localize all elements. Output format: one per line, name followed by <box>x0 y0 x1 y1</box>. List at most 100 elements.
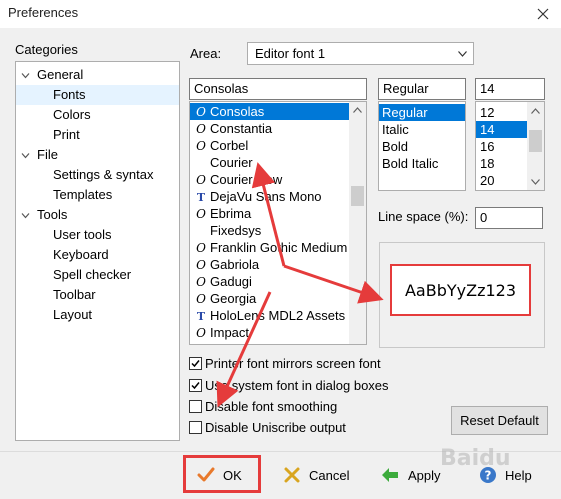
chevron-down-icon[interactable] <box>21 151 30 160</box>
cancel-button[interactable]: Cancel <box>283 458 349 492</box>
apply-button[interactable]: Apply <box>380 458 441 492</box>
font-list-item[interactable]: OJavanese Text <box>190 341 349 344</box>
font-name: Ebrima <box>210 206 252 221</box>
ok-highlight-box <box>183 455 261 493</box>
checkbox[interactable] <box>189 421 202 434</box>
tree-item-label: User tools <box>53 227 112 242</box>
check-icon <box>191 382 200 390</box>
font-name: Constantia <box>210 121 273 136</box>
tree-item[interactable]: Keyboard <box>16 245 179 265</box>
font-list-item[interactable]: Fixedsys <box>190 222 349 239</box>
font-list-item[interactable]: O Impact <box>190 324 349 341</box>
font-list-scrollbar[interactable] <box>349 102 366 344</box>
opentype-font-icon: O <box>196 292 206 306</box>
font-list-item[interactable]: O Corbel <box>190 137 349 154</box>
tree-item[interactable]: Print <box>16 125 179 145</box>
font-size-item[interactable]: 14 <box>476 121 527 138</box>
help-icon: ? <box>480 467 496 483</box>
scroll-thumb[interactable] <box>529 130 542 152</box>
font-name: Corbel <box>210 138 249 153</box>
size-list-scrollbar[interactable] <box>527 102 544 190</box>
font-style-list[interactable]: Regular Italic Bold Bold Italic <box>378 101 466 191</box>
opentype-font-icon: O <box>196 258 206 272</box>
font-list-item[interactable]: Courier <box>190 154 349 171</box>
font-size-list[interactable]: 20 18 16 14 12 <box>475 101 545 191</box>
font-style-item[interactable]: Italic <box>379 121 465 138</box>
font-name: DejaVu Sans Mono <box>210 189 322 204</box>
help-button[interactable]: ? Help <box>479 458 532 492</box>
tree-item[interactable]: User tools <box>16 225 179 245</box>
tree-item[interactable]: Settings & syntax <box>16 165 179 185</box>
font-list-item[interactable]: O Gadugi <box>190 273 349 290</box>
line-space-input[interactable]: 0 <box>475 207 543 229</box>
font-style-item[interactable]: Bold <box>379 138 465 155</box>
area-label: Area: <box>190 46 222 61</box>
font-name: Consolas <box>210 104 265 119</box>
scroll-up-icon[interactable] <box>531 108 540 114</box>
tree-group-item[interactable]: File <box>16 145 179 165</box>
option-checkbox-row[interactable]: Disable Uniscribe output <box>189 419 346 437</box>
opentype-font-icon: O <box>196 122 206 136</box>
scroll-down-icon[interactable] <box>531 179 540 185</box>
font-style-field[interactable]: Regular <box>378 78 466 100</box>
reset-default-button[interactable]: Reset Default <box>451 406 548 435</box>
title-bar: Preferences <box>0 0 561 28</box>
option-checkbox-row[interactable]: Use system font in dialog boxes <box>189 377 389 395</box>
close-button[interactable] <box>525 0 561 28</box>
tree-group-item[interactable]: General <box>16 65 179 85</box>
font-size-item[interactable]: 20 <box>476 172 527 189</box>
checkbox[interactable] <box>189 400 202 413</box>
font-list[interactable]: OJavanese TextOImpactTHoloLens MDL2 Asse… <box>189 101 367 345</box>
font-style-item[interactable]: Bold Italic <box>379 155 465 172</box>
font-list-item[interactable]: O Consolas <box>190 103 349 120</box>
option-checkbox-row[interactable]: Printer font mirrors screen font <box>189 355 381 373</box>
font-list-item[interactable]: O Georgia <box>190 290 349 307</box>
categories-tree[interactable]: General Fonts Colors Print File Settings & sy… <box>15 61 180 441</box>
font-list-item[interactable]: O Ebrima <box>190 205 349 222</box>
tree-item[interactable]: Templates <box>16 185 179 205</box>
tree-item[interactable]: Colors <box>16 105 179 125</box>
font-name-field[interactable]: Consolas <box>189 78 367 100</box>
font-list-item[interactable]: T DejaVu Sans Mono <box>190 188 349 205</box>
option-checkbox-row[interactable]: Disable font smoothing <box>189 398 337 416</box>
font-name: Franklin Gothic Medium <box>210 240 348 255</box>
font-size-item[interactable]: 12 <box>476 104 527 121</box>
scroll-up-icon[interactable] <box>353 107 362 113</box>
tree-item-label: Tools <box>37 207 68 222</box>
help-label: Help <box>505 467 532 483</box>
cancel-label: Cancel <box>309 467 350 483</box>
tree-item[interactable]: Spell checker <box>16 265 179 285</box>
scroll-thumb[interactable] <box>351 186 364 206</box>
font-size-item[interactable]: 16 <box>476 138 527 155</box>
font-style-item[interactable]: Regular <box>379 104 465 121</box>
tree-item-label: Toolbar <box>53 287 96 302</box>
chevron-down-icon[interactable] <box>21 211 30 220</box>
opentype-font-icon: O <box>196 173 206 187</box>
tree-item[interactable]: Fonts <box>16 85 179 105</box>
font-list-item[interactable]: O Gabriola <box>190 256 349 273</box>
chevron-down-icon[interactable] <box>21 71 30 80</box>
tree-item-label: Templates <box>53 187 113 202</box>
font-list-item[interactable]: O Franklin Gothic Medium <box>190 239 349 256</box>
font-name: Javanese Text <box>210 342 293 344</box>
checkbox[interactable] <box>189 357 202 370</box>
font-size-item[interactable]: 18 <box>476 155 527 172</box>
svg-text:?: ? <box>485 469 492 483</box>
area-select-value: Editor font 1 <box>255 46 326 61</box>
area-select[interactable]: Editor font 1 <box>247 42 474 65</box>
font-list-item[interactable]: T HoloLens MDL2 Assets <box>190 307 349 324</box>
font-name: Georgia <box>210 291 257 306</box>
check-icon <box>191 360 200 368</box>
checkbox[interactable] <box>189 379 202 392</box>
opentype-font-icon: O <box>196 326 206 340</box>
font-size-field[interactable]: 14 <box>475 78 545 100</box>
tree-group-item[interactable]: Tools <box>16 205 179 225</box>
tree-item-label: Fonts <box>53 87 86 102</box>
font-preview: AaBbYyZz123 <box>390 264 531 316</box>
tree-item[interactable]: Layout <box>16 305 179 325</box>
tree-item[interactable]: Toolbar <box>16 285 179 305</box>
font-list-item[interactable]: O Constantia <box>190 120 349 137</box>
tree-item-label: Print <box>53 127 80 142</box>
font-list-item[interactable]: O Courier New <box>190 171 349 188</box>
categories-label: Categories <box>15 42 78 57</box>
